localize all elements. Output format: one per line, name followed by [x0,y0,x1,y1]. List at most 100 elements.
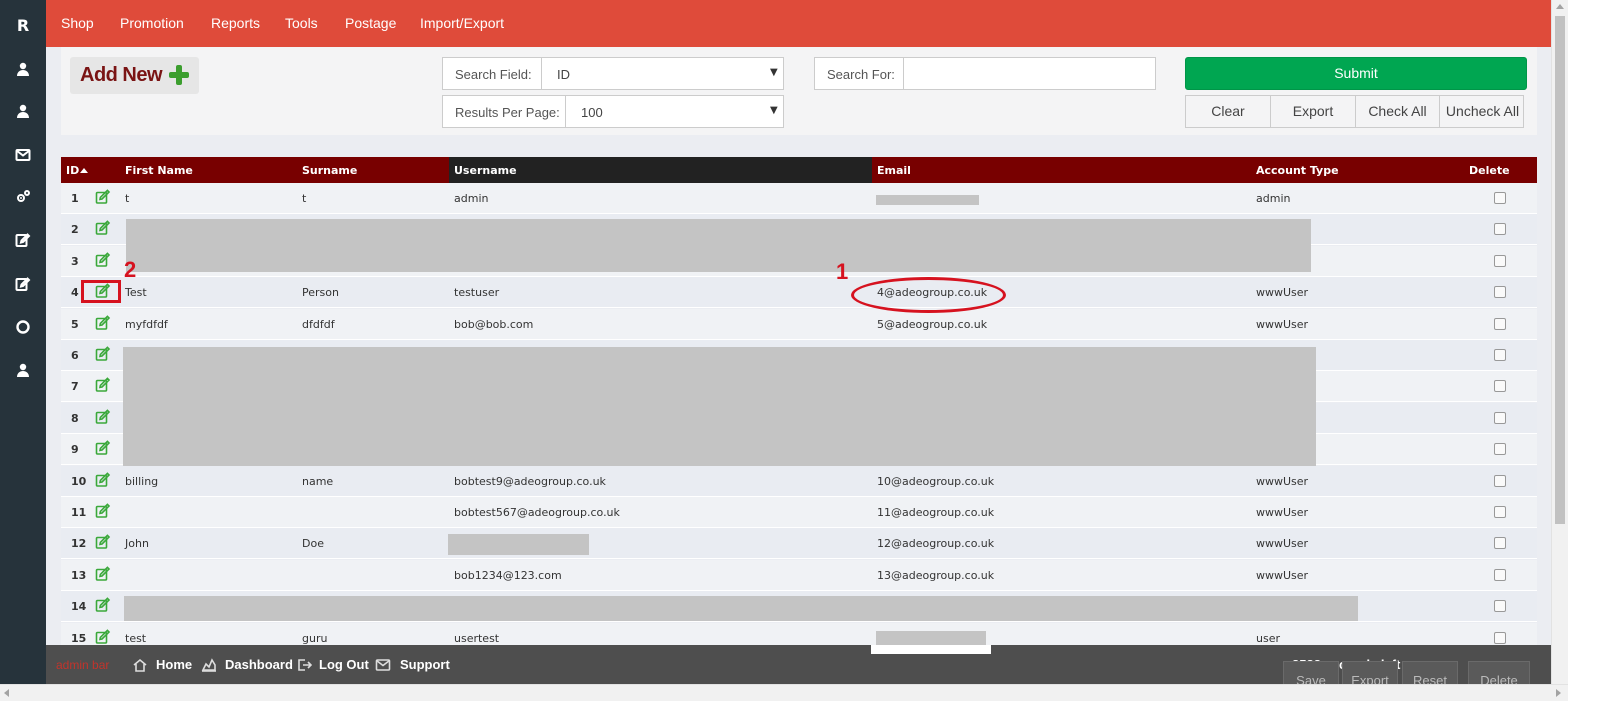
nav-postage[interactable]: Postage [345,15,396,31]
delete-checkbox[interactable] [1494,443,1506,456]
add-new-label: Add New [80,64,163,86]
column-email[interactable]: Email [877,164,911,177]
edit-icon[interactable] [95,189,111,205]
nav-tools[interactable]: Tools [285,15,318,31]
uncheck-all-button[interactable]: Uncheck All [1440,96,1525,127]
nav-import-export[interactable]: Import/Export [420,15,504,31]
scrollbar-thumb[interactable] [1555,16,1565,524]
column-account-type[interactable]: Account Type [1256,164,1339,177]
edit-icon[interactable] [95,440,111,456]
column-username[interactable]: Username [454,164,517,177]
column-id[interactable]: ID [66,164,89,177]
scroll-up-icon[interactable] [1556,4,1564,9]
delete-checkbox[interactable] [1494,349,1506,361]
dashboard-icon[interactable] [201,657,217,673]
delete-checkbox[interactable] [1494,286,1506,299]
divider [565,96,566,127]
edit-icon[interactable] [95,220,111,236]
cell-account-type: admin [1256,192,1291,205]
edit-icon[interactable] [95,252,111,268]
column-delete[interactable]: Delete [1469,164,1510,177]
edit-icon[interactable] [95,377,111,393]
envelope-icon[interactable] [375,657,391,673]
divider [903,58,904,89]
delete-checkbox[interactable] [1494,411,1506,424]
logout-icon[interactable] [296,657,313,673]
export-button[interactable]: Export [1271,96,1356,127]
logout-link[interactable]: Log Out [319,657,369,672]
logo[interactable]: R [0,16,46,35]
save-button[interactable]: Save [1283,661,1339,685]
delete-checkbox[interactable] [1494,506,1506,518]
caret-down-icon: ▼ [770,105,778,116]
delete-checkbox[interactable] [1494,537,1506,550]
cell-account-type: wwwUser [1256,537,1309,551]
user-icon[interactable] [12,359,34,381]
support-link[interactable]: Support [400,657,450,672]
edit-icon[interactable] [95,409,111,425]
column-surname[interactable]: Surname [302,164,357,177]
cell-surname: dfdfdf [302,317,335,331]
home-link[interactable]: Home [156,657,192,672]
gears-icon[interactable] [12,186,34,208]
export-button[interactable]: Export [1342,661,1398,685]
delete-button[interactable]: Delete [1468,661,1530,685]
cell-username: bobtest9@adeogroup.co.uk [454,474,606,488]
cell-first-name: billing [125,474,159,488]
results-per-page-select[interactable]: Results Per Page: 100 ▼ [442,95,784,128]
dashboard-link[interactable]: Dashboard [225,657,293,672]
delete-checkbox[interactable] [1494,631,1506,644]
plus-icon [169,65,189,85]
add-new-button[interactable]: Add New [70,57,199,94]
search-for-input[interactable] [911,63,1149,84]
edit-icon[interactable] [95,471,111,488]
edit-icon[interactable] [95,628,111,645]
edit-icon[interactable] [95,346,111,362]
cell-account-type: user [1256,631,1280,645]
delete-checkbox[interactable] [1494,254,1506,267]
scroll-right-icon[interactable] [1556,689,1561,697]
edit-icon[interactable] [95,566,111,582]
nav-shop[interactable]: Shop [61,15,94,31]
home-icon[interactable] [132,657,148,673]
delete-checkbox[interactable] [1494,600,1506,613]
edit-icon[interactable] [95,503,111,519]
delete-checkbox[interactable] [1494,192,1506,204]
circle-icon[interactable] [12,316,34,338]
edit-icon[interactable] [95,314,111,331]
reset-button[interactable]: Reset [1402,661,1458,685]
search-field-select[interactable]: Search Field: ID ▼ [442,57,784,90]
user-icon[interactable] [12,58,34,80]
cell-id: 4 [71,286,79,300]
delete-checkbox[interactable] [1494,317,1506,330]
edit-icon[interactable] [95,534,111,550]
delete-checkbox[interactable] [1494,380,1506,393]
sort-up-icon [80,168,89,173]
cell-id: 9 [71,443,79,457]
divider [541,58,542,89]
cell-email: 5@adeogroup.co.uk [877,317,988,331]
horizontal-scrollbar[interactable] [0,684,1568,701]
cell-id: 3 [71,254,79,268]
edit-icon[interactable] [95,597,111,613]
cell-email: 12@adeogroup.co.uk [877,537,995,551]
scroll-left-icon[interactable] [4,689,9,697]
delete-checkbox[interactable] [1494,223,1506,236]
submit-button[interactable]: Submit [1185,57,1527,90]
nav-promotion[interactable]: Promotion [120,15,184,31]
cell-email: 11@adeogroup.co.uk [877,506,995,519]
delete-checkbox[interactable] [1494,474,1506,487]
vertical-scrollbar[interactable] [1551,0,1568,684]
delete-checkbox[interactable] [1494,568,1506,581]
clear-button[interactable]: Clear [1186,96,1271,127]
edit-icon[interactable] [12,273,34,295]
nav-reports[interactable]: Reports [211,15,260,31]
envelope-icon[interactable] [12,144,34,166]
check-all-button[interactable]: Check All [1356,96,1440,127]
cell-id: 12 [71,537,87,551]
user-icon[interactable] [12,100,34,122]
column-first-name[interactable]: First Name [125,164,193,177]
edit-icon[interactable] [12,229,34,251]
annotation-number-2: 2 [124,257,137,282]
top-nav: Shop Promotion Reports Tools Postage Imp… [46,0,1551,47]
